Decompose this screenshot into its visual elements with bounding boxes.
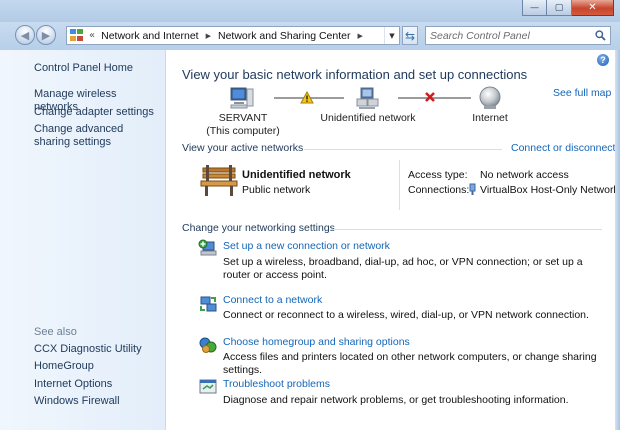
troubleshoot-icon <box>199 379 217 394</box>
network-icon <box>356 87 379 109</box>
sidebar-control-panel-home[interactable]: Control Panel Home <box>34 62 133 74</box>
minimize-button[interactable]: — <box>522 0 547 16</box>
search-input[interactable] <box>430 28 580 43</box>
bench-icon <box>200 165 238 196</box>
error-x-icon <box>425 92 435 102</box>
see-also-homegroup[interactable]: HomeGroup <box>34 360 159 373</box>
navigation-bar: ◀ ▶ « Network and Internet ▶ Network and… <box>0 22 620 50</box>
help-icon[interactable]: ? <box>597 54 609 66</box>
breadcrumb-network-and-internet[interactable]: Network and Internet <box>101 30 198 42</box>
see-also-internet-options[interactable]: Internet Options <box>34 378 159 391</box>
search-icon[interactable] <box>595 30 606 41</box>
access-type-label: Access type: <box>408 169 468 181</box>
connections-label: Connections: <box>408 184 470 196</box>
virtualbox-connection-link[interactable]: VirtualBox Host-Only Network <box>480 184 619 196</box>
sidebar-item-change-adapter[interactable]: Change adapter settings <box>34 106 159 119</box>
forward-button[interactable]: ▶ <box>36 25 56 45</box>
section-rule <box>304 149 502 150</box>
address-dropdown-icon[interactable]: ▼ <box>384 27 399 44</box>
breadcrumb-network-sharing-center[interactable]: Network and Sharing Center <box>218 30 351 42</box>
breadcrumb-arrow-icon[interactable]: ▶ <box>206 32 211 40</box>
breadcrumb-overflow[interactable]: « <box>89 30 95 41</box>
map-computer-label: SERVANT (This computer) <box>206 112 280 138</box>
warning-icon <box>300 91 314 104</box>
window-right-border <box>615 50 620 430</box>
homegroup-sharing-link[interactable]: Choose homegroup and sharing options <box>223 336 410 348</box>
back-button[interactable]: ◀ <box>15 25 35 45</box>
maximize-button[interactable]: ▢ <box>547 0 572 16</box>
globe-icon <box>479 86 501 109</box>
homegroup-icon <box>199 337 217 353</box>
computer-icon <box>230 87 254 109</box>
connect-to-network-link[interactable]: Connect to a network <box>223 294 322 306</box>
sidebar-item-advanced-sharing[interactable]: Change advanced sharing settings <box>34 123 159 149</box>
section-rule <box>330 229 602 230</box>
close-button[interactable]: ✕ <box>572 0 614 16</box>
active-network-type[interactable]: Public network <box>242 184 310 196</box>
setup-connection-description: Set up a wireless, broadband, dial-up, a… <box>223 256 583 281</box>
homegroup-sharing-description: Access files and printers located on oth… <box>223 351 597 376</box>
main-content: ? View your basic network information an… <box>166 50 619 430</box>
see-also-windows-firewall[interactable]: Windows Firewall <box>34 395 159 408</box>
see-also-ccx-utility[interactable]: CCX Diagnostic Utility <box>34 343 159 356</box>
window-controls: — ▢ ✕ <box>522 0 614 16</box>
sidebar: Control Panel Home Manage wireless netwo… <box>0 50 166 430</box>
control-panel-icon <box>70 29 84 42</box>
title-bar: — ▢ ✕ <box>0 0 620 22</box>
connect-to-network-description: Connect or reconnect to a wireless, wire… <box>223 309 589 321</box>
active-network-name: Unidentified network <box>242 169 351 181</box>
connect-or-disconnect-link[interactable]: Connect or disconnect <box>511 142 615 154</box>
networking-settings-heading: Change your networking settings <box>182 222 335 234</box>
connect-network-icon <box>200 296 217 312</box>
search-box <box>425 26 611 45</box>
setup-connection-link[interactable]: Set up a new connection or network <box>223 240 390 252</box>
access-type-value: No network access <box>480 169 569 181</box>
map-computer-sub: (This computer) <box>206 125 280 137</box>
troubleshoot-link[interactable]: Troubleshoot problems <box>223 378 330 390</box>
see-also-label: See also <box>34 326 77 338</box>
troubleshoot-description: Diagnose and repair network problems, or… <box>223 394 569 406</box>
map-internet-label: Internet <box>472 112 508 124</box>
see-full-map-link[interactable]: See full map <box>553 87 611 99</box>
active-networks-heading: View your active networks <box>182 142 304 154</box>
map-computer-name: SERVANT <box>218 112 268 124</box>
map-network-label: Unidentified network <box>320 112 416 124</box>
refresh-button[interactable]: ⇆ <box>402 26 418 45</box>
page-title: View your basic network information and … <box>182 67 528 82</box>
address-bar[interactable]: « Network and Internet ▶ Network and Sha… <box>66 26 400 45</box>
new-connection-icon <box>198 239 217 256</box>
adapter-icon <box>469 183 476 195</box>
breadcrumb-arrow-icon[interactable]: ▶ <box>357 32 362 40</box>
column-divider <box>399 160 400 210</box>
